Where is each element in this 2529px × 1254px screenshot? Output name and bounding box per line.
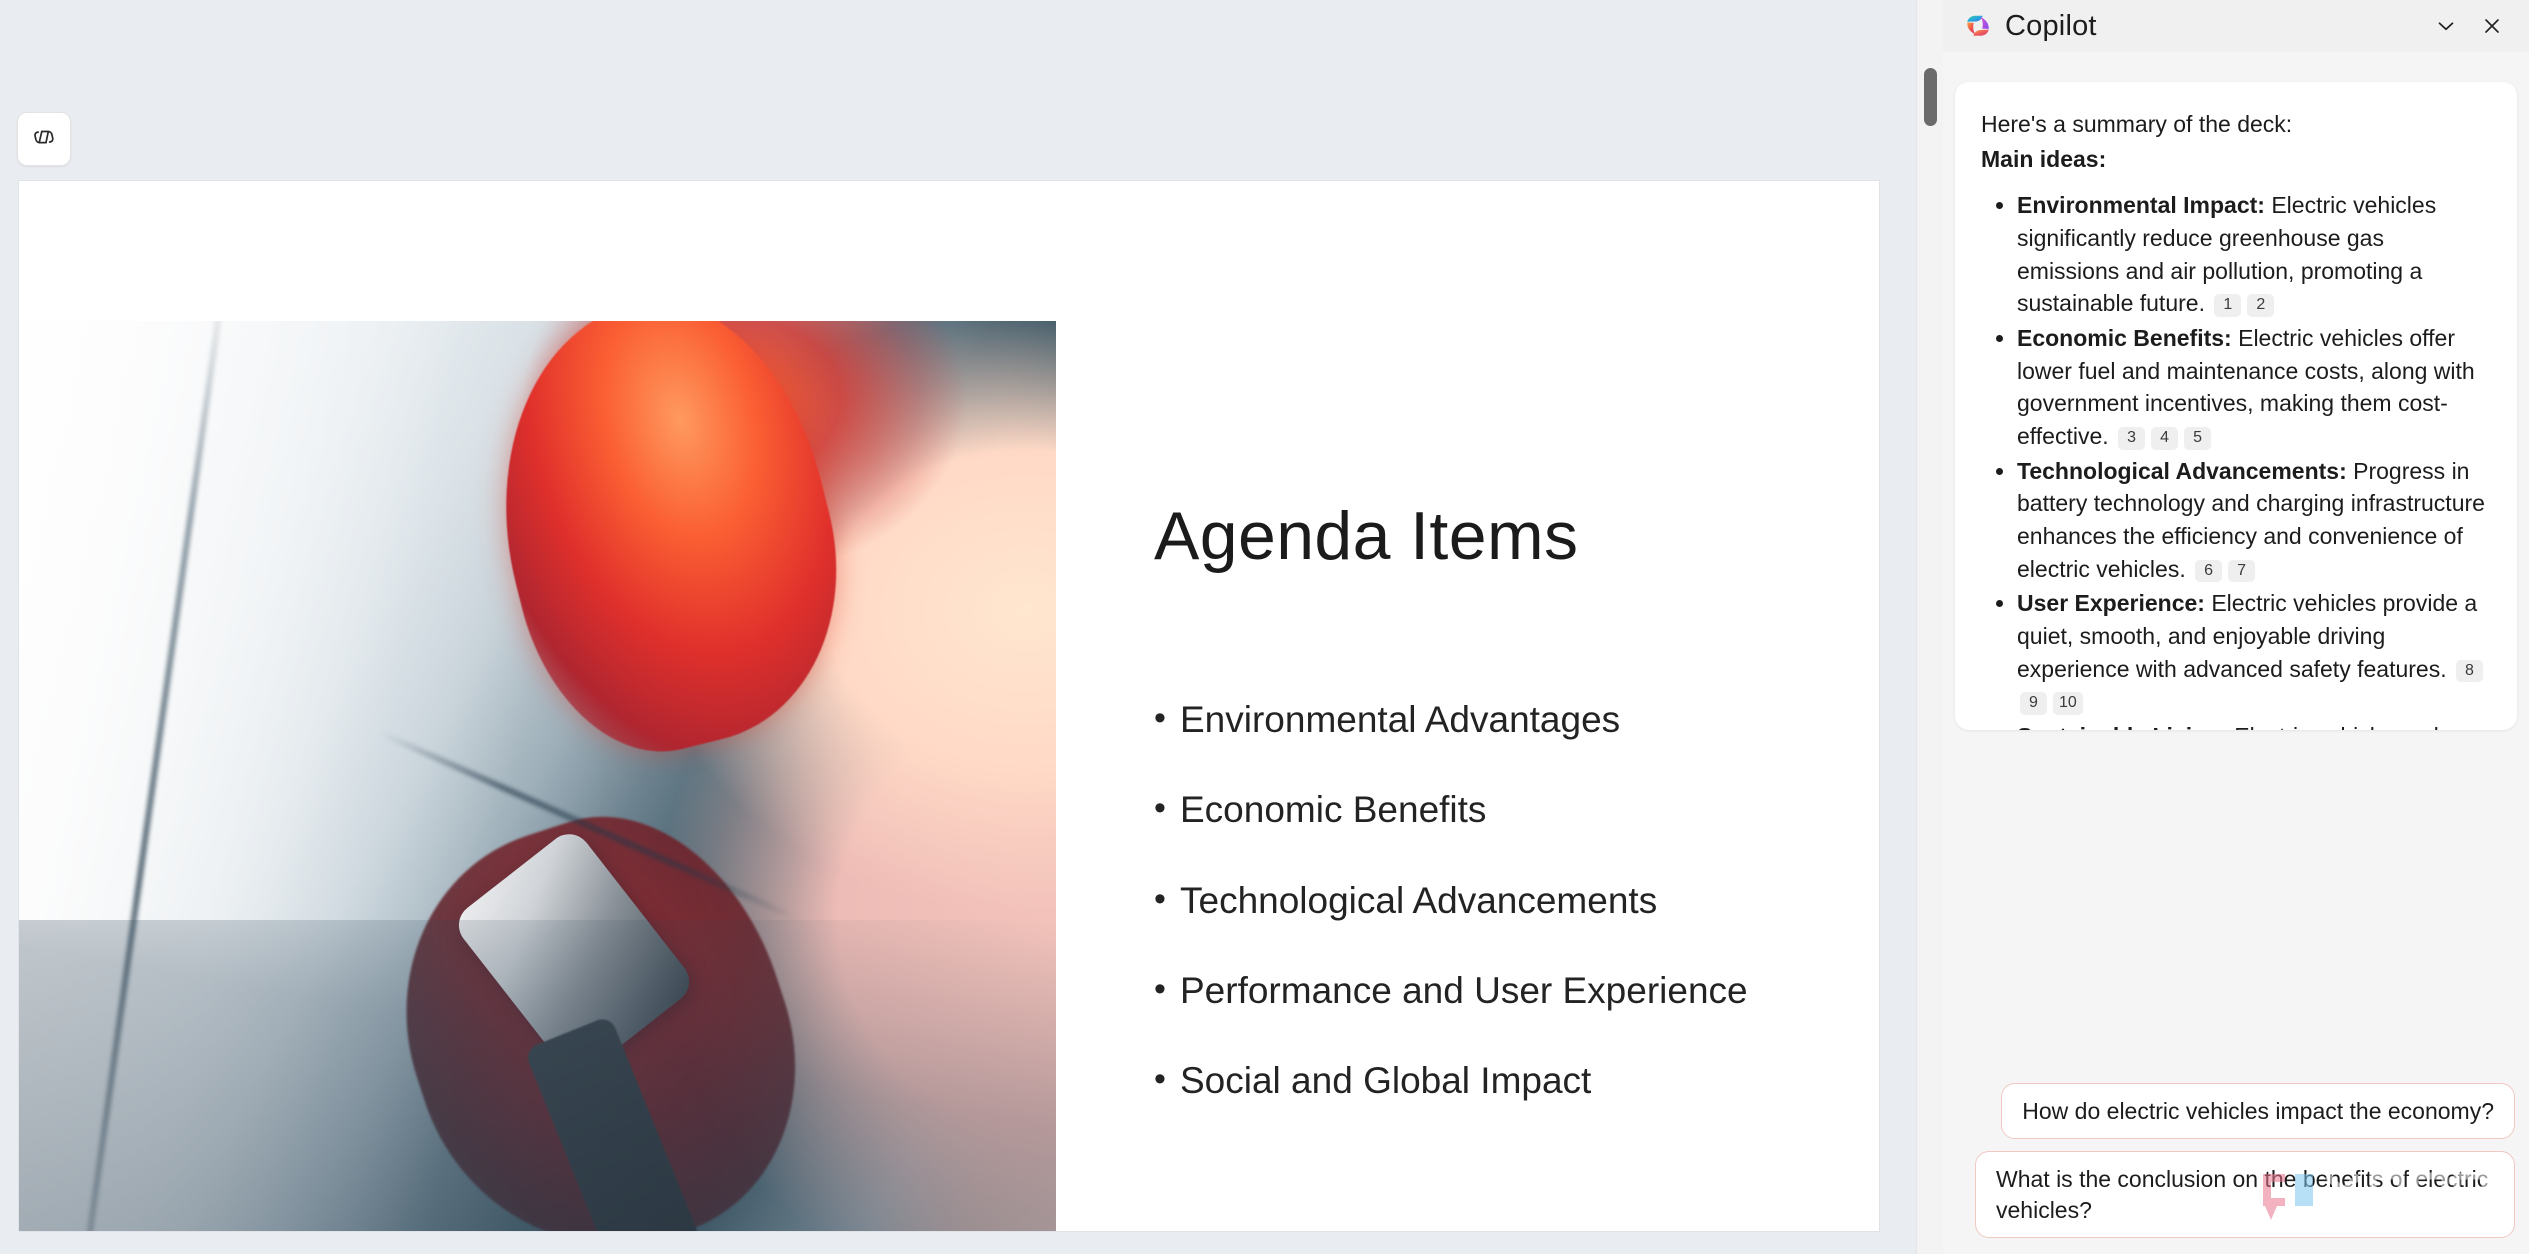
copilot-panel: Copilot Here's a summary of the deck: Ma… [1943,0,2529,1254]
slide-bullet-label: Technological Advancements [1180,879,1658,921]
photo-lower-shadow [19,919,1056,1231]
copilot-message-body: Here's a summary of the deck: Main ideas… [1981,108,2491,730]
slide-bullet-item[interactable]: • Economic Benefits [1154,787,1834,833]
slide-bullet-label: Economic Benefits [1180,789,1487,831]
bullet-marker: • [1154,789,1166,828]
summary-bullet-list: Environmental Impact: Electric vehicles … [1981,189,2491,730]
slide-title[interactable]: Agenda Items [1154,497,1578,575]
slide-bullet-item[interactable]: • Social and Global Impact [1154,1058,1834,1104]
citation-chip[interactable]: 7 [2228,559,2256,583]
slide-bullet-item[interactable]: • Performance and User Experience [1154,968,1834,1014]
slide-bullet-label: Performance and User Experience [1180,969,1748,1011]
citation-chip[interactable]: 1 [2214,294,2242,318]
scrollbar-thumb[interactable] [1924,68,1937,126]
summary-heading: Main ideas: [1981,145,2107,172]
copilot-conversation[interactable]: Here's a summary of the deck: Main ideas… [1943,52,2529,1079]
summary-bullet-label: Economic Benefits: [2017,324,2232,351]
bullet-marker: • [1154,699,1166,737]
bullet-marker: • [1154,969,1166,1008]
summary-bullet-label: Sustainable Living: [2017,723,2228,730]
slide-bullet-label: Environmental Advantages [1180,699,1621,740]
summary-lead: Here's a summary of the deck: [1981,111,2293,137]
copilot-suggestions: How do electric vehicles impact the econ… [1943,1078,2529,1254]
copilot-logo-icon [1963,11,1993,41]
slide-canvas[interactable]: Agenda Items • Environmental Advantages … [18,180,1880,1232]
summary-bullet-label: User Experience: [2017,590,2205,617]
copilot-header: Copilot [1943,0,2529,52]
summary-bullet-label: Technological Advancements: [2017,457,2347,484]
citation-chip[interactable]: 8 [2455,659,2483,683]
slide-bullet-item[interactable]: • Environmental Advantages [1154,697,1834,743]
slide-bullet-label: Social and Global Impact [1180,1060,1592,1101]
citation-chip[interactable]: 3 [2118,426,2146,450]
citation-chip[interactable]: 10 [2053,692,2083,715]
copilot-floating-button[interactable] [17,112,71,166]
summary-bullet: User Experience: Electric vehicles provi… [2017,587,2491,718]
suggestion-chip[interactable]: What is the conclusion on the benefits o… [1975,1151,2515,1238]
copilot-icon [30,123,58,156]
close-icon[interactable] [2469,6,2515,46]
citation-chip[interactable]: 9 [2020,692,2047,715]
copilot-title: Copilot [2005,9,2097,42]
citation-chip[interactable]: 2 [2247,294,2275,318]
app-root: Agenda Items • Environmental Advantages … [0,0,2529,1254]
citation-chip[interactable]: 6 [2195,559,2223,583]
editor-vertical-scrollbar[interactable] [1916,0,1944,1254]
copilot-message-card: Here's a summary of the deck: Main ideas… [1955,82,2517,730]
bullet-marker: • [1154,879,1166,918]
slide-editor-area: Agenda Items • Environmental Advantages … [0,0,1916,1254]
chevron-down-icon[interactable] [2423,6,2469,46]
citation-chip[interactable]: 4 [2151,426,2179,450]
slide-image-photo [19,321,1056,1231]
bullet-marker: • [1154,1060,1166,1098]
suggestion-chip[interactable]: How do electric vehicles impact the econ… [2001,1082,2515,1140]
summary-bullet: Sustainable Living: Electric vehicles re… [2017,720,2491,730]
summary-bullet: Technological Advancements: Progress in … [2017,455,2491,586]
slide-bullet-list[interactable]: • Environmental Advantages • Economic Be… [1154,697,1834,1148]
summary-bullet: Economic Benefits: Electric vehicles off… [2017,322,2491,453]
citation-chip[interactable]: 5 [2184,426,2212,450]
summary-bullet-label: Environmental Impact: [2017,192,2265,219]
slide-bullet-item[interactable]: • Technological Advancements [1154,878,1834,924]
slide-image[interactable] [19,321,1056,1231]
summary-bullet: Environmental Impact: Electric vehicles … [2017,189,2491,320]
